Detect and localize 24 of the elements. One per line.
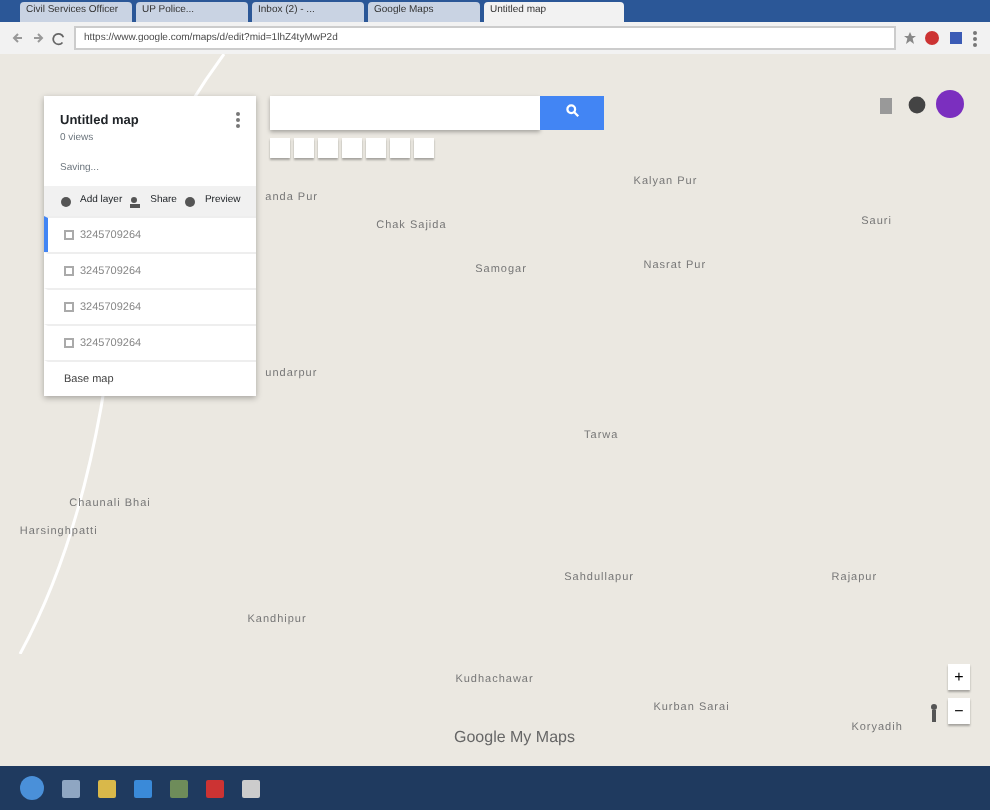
- forward-icon[interactable]: [32, 32, 44, 44]
- taskbar-icon[interactable]: [62, 779, 80, 797]
- pegman-icon[interactable]: [930, 704, 938, 722]
- zoom-out-button[interactable]: −: [948, 698, 970, 724]
- browser-icon[interactable]: [170, 779, 188, 797]
- menu-icon[interactable]: [972, 29, 978, 47]
- person-icon: [130, 195, 143, 207]
- search-field[interactable]: [270, 96, 540, 130]
- search-icon: [565, 103, 579, 118]
- search-button[interactable]: [540, 96, 604, 130]
- avatar-icon[interactable]: [936, 90, 964, 118]
- zoom-in-button[interactable]: +: [948, 664, 970, 690]
- back-icon[interactable]: [12, 32, 24, 44]
- start-icon[interactable]: [20, 776, 44, 800]
- checkbox[interactable]: [64, 230, 74, 241]
- folder-icon[interactable]: [98, 779, 116, 797]
- checkbox[interactable]: [64, 266, 74, 277]
- marker-tool-button[interactable]: [342, 138, 362, 158]
- checkbox[interactable]: [64, 338, 74, 349]
- reload-icon[interactable]: [52, 31, 66, 45]
- checkbox[interactable]: [64, 302, 74, 313]
- star-icon[interactable]: [904, 32, 916, 44]
- taskbar-icon[interactable]: [134, 779, 152, 797]
- logo: Google My Maps: [454, 726, 575, 750]
